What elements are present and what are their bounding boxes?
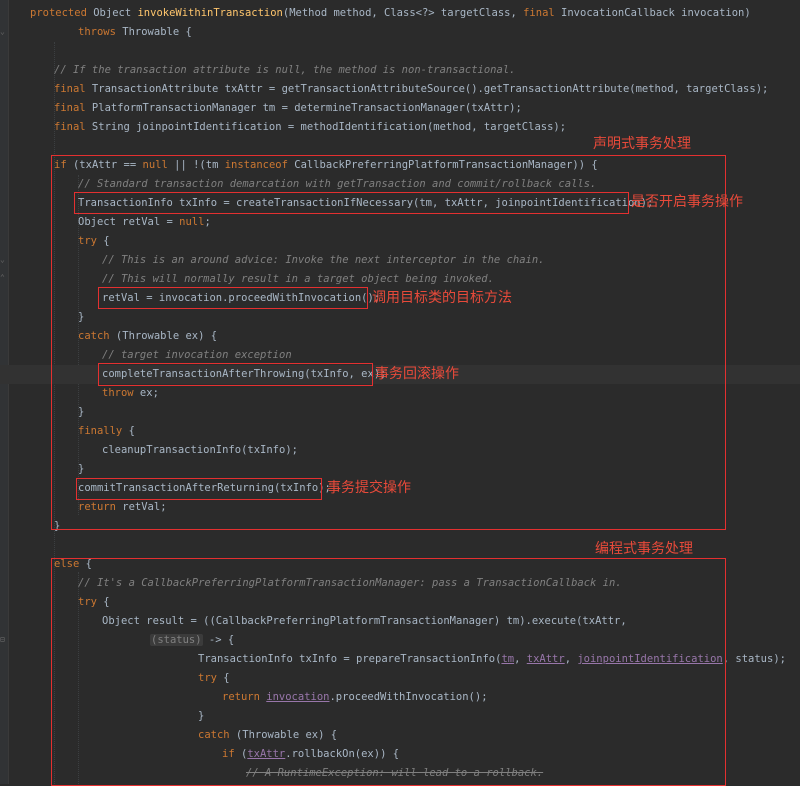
rollback-box: [98, 363, 373, 386]
annotation-is-open: 是否开启事务操作: [631, 194, 743, 210]
code-line: final String joinpointIdentification = m…: [54, 121, 567, 133]
annotation-programmatic: 编程式事务处理: [595, 541, 693, 557]
code-comment: // If the transaction attribute is null,…: [54, 64, 516, 76]
commit-box: [76, 478, 322, 500]
fold-marker-icon[interactable]: ⌄: [0, 28, 7, 36]
annotation-call-target: 调用目标类的目标方法: [372, 290, 512, 306]
fold-marker-icon[interactable]: ⌃: [0, 274, 7, 282]
create-transaction-box: [74, 192, 629, 214]
proceed-invocation-box: [98, 287, 368, 309]
code-line: throws Throwable {: [78, 26, 192, 38]
code-line: protected Object invokeWithinTransaction…: [30, 7, 751, 19]
fold-marker-icon[interactable]: ⌄: [0, 256, 7, 264]
editor-gutter: [0, 0, 9, 784]
annotation-commit: 事务提交操作: [327, 480, 411, 496]
programmatic-section-box: [51, 558, 726, 786]
annotation-declarative: 声明式事务处理: [593, 136, 691, 152]
code-line: final PlatformTransactionManager tm = de…: [54, 102, 522, 114]
fold-marker-icon[interactable]: ⊟: [0, 636, 7, 644]
annotation-rollback: 事务回滚操作: [375, 366, 459, 382]
code-line: final TransactionAttribute txAttr = getT…: [54, 83, 769, 95]
